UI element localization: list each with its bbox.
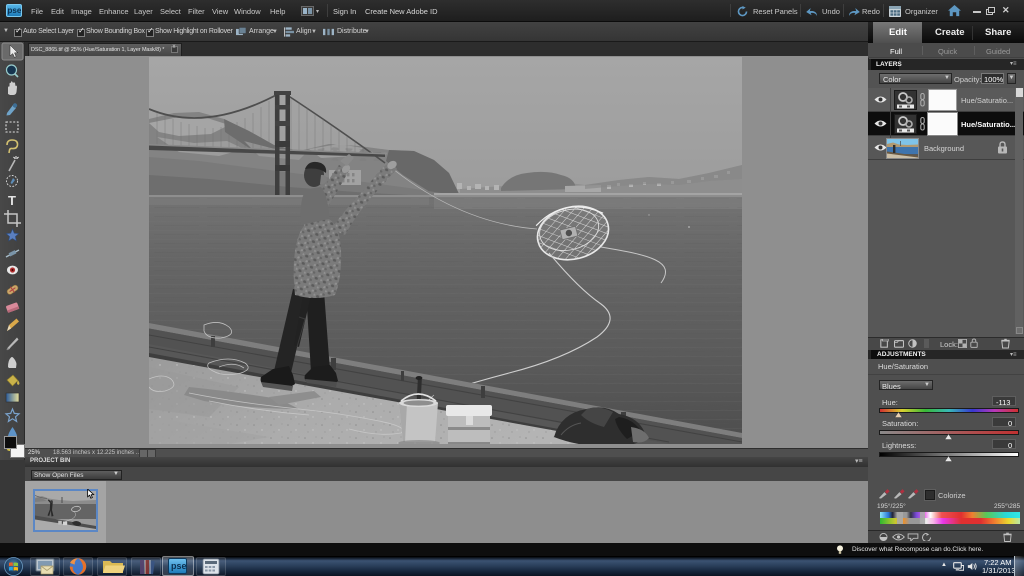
svg-text:T: T bbox=[8, 193, 16, 208]
